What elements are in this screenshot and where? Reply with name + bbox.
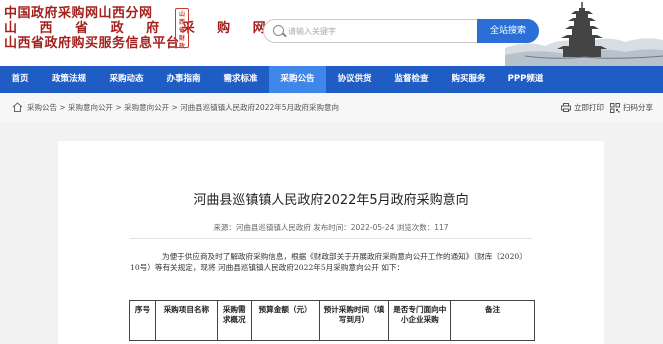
nav-item-supervision[interactable]: 监督检查 — [383, 66, 440, 93]
table-header-row: 序号 采购项目名称 采购需求概况 预算金额（元） 预计采购时间（填写到月） 是否… — [129, 300, 535, 341]
site-title-line-1: 中国政府采购网山西分网 — [4, 6, 153, 21]
search-icon — [273, 25, 284, 36]
divider — [130, 238, 532, 239]
nav-item-home[interactable]: 首页 — [0, 66, 40, 93]
nav-item-announcements[interactable]: 采购公告 — [269, 66, 326, 93]
share-label: 扫码分享 — [623, 103, 653, 112]
site-header: 中国政府采购网山西分网 山 西 省 政 府 采 购 网 山西省政府购买服务信息平… — [0, 0, 663, 66]
home-icon[interactable] — [12, 102, 23, 112]
breadcrumb-bar: 采购公告 > 采购意向公开 > 采购意向公开 > 河曲县巡镇镇人民政府2022年… — [0, 93, 663, 122]
article-body-text: 为便于供应商及时了解政府采购信息，根据《财政部关于开展政府采购意向公开工作的通知… — [130, 252, 527, 272]
qr-code-icon — [610, 102, 620, 113]
article-card: 河曲县巡镇镇人民政府2022年5月政府采购意向 来源：河曲县巡镇镇人民政府 发布… — [58, 141, 604, 344]
site-title-line-2: 山 西 省 政 府 采 购 网 — [4, 21, 275, 36]
search-input[interactable] — [288, 23, 468, 39]
print-label: 立即打印 — [574, 103, 604, 112]
main-nav: 首页 政策法规 采购动态 办事指南 需求标准 采购公告 协议供货 监督检查 购买… — [0, 66, 663, 93]
nav-item-ppp[interactable]: PPP频道 — [497, 66, 554, 93]
nav-item-guide[interactable]: 办事指南 — [155, 66, 212, 93]
share-button[interactable]: 扫码分享 — [610, 102, 653, 113]
table-header-cell: 采购需求概况 — [216, 300, 252, 341]
nav-item-agreements[interactable]: 协议供货 — [326, 66, 383, 93]
table-header-cell: 是否专门面向中小企业采购 — [388, 300, 452, 341]
breadcrumb[interactable]: 采购公告 > 采购意向公开 > 采购意向公开 > 河曲县巡镇镇人民政府2022年… — [27, 102, 339, 113]
article-title: 河曲县巡镇镇人民政府2022年5月政府采购意向 — [193, 193, 469, 208]
table-header-cell: 序号 — [129, 300, 156, 341]
table-header-cell: 预算金额（元） — [250, 300, 320, 341]
table-header-cell: 备注 — [450, 300, 535, 341]
print-button[interactable]: 立即打印 — [561, 102, 604, 113]
procurement-table: 序号 采购项目名称 采购需求概况 预算金额（元） 预计采购时间（填写到月） 是否… — [129, 300, 535, 341]
article-tools: 立即打印 扫码分享 — [561, 102, 653, 113]
site-title[interactable]: 中国政府采购网山西分网 山 西 省 政 府 采 购 网 山西省政府购买服务信息平… — [4, 6, 275, 51]
article-body: 为便于供应商及时了解政府采购信息，根据《财政部关于开展政府采购意向公开工作的通知… — [130, 251, 534, 273]
nav-item-services[interactable]: 购买服务 — [440, 66, 497, 93]
search-box: 全站搜索 — [263, 19, 539, 43]
nav-item-standards[interactable]: 需求标准 — [212, 66, 269, 93]
table-header-cell: 预计采购时间（填写到月） — [318, 300, 390, 341]
article-meta: 来源：河曲县巡镇镇人民政府 发布时间：2022-05-24 浏览次数：117 — [213, 223, 449, 232]
pagoda-scenery-image — [505, 2, 663, 66]
seal-logo: 山西省财政 — [175, 8, 189, 50]
nav-item-news[interactable]: 采购动态 — [98, 66, 155, 93]
site-title-line-3: 山西省政府购买服务信息平台 — [4, 36, 180, 51]
table-header-cell: 采购项目名称 — [154, 300, 218, 341]
nav-item-policy[interactable]: 政策法规 — [40, 66, 98, 93]
printer-icon — [561, 103, 571, 112]
